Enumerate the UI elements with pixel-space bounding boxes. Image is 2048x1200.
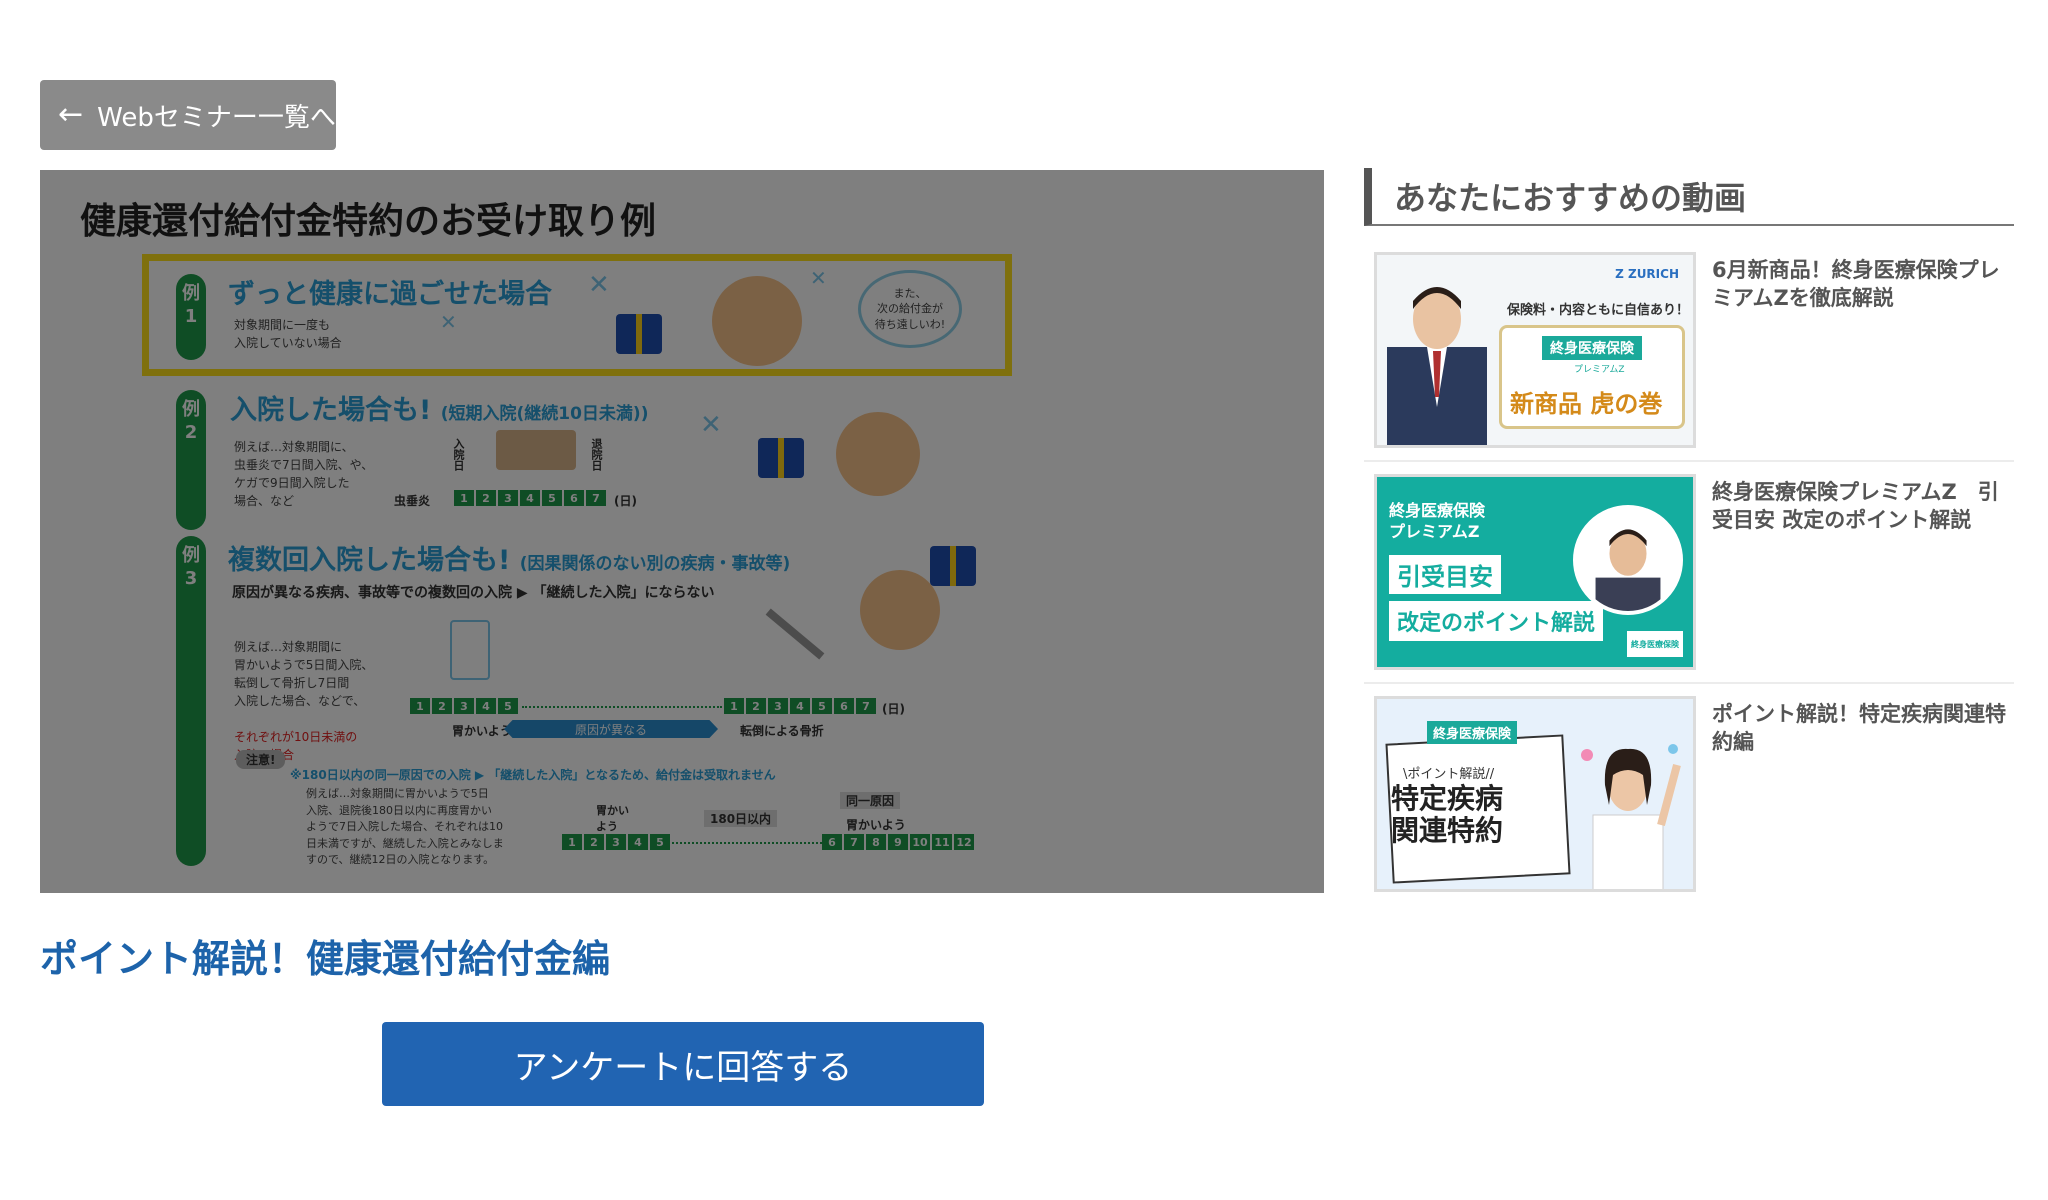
gift-icon bbox=[758, 438, 804, 478]
hospital-bed-icon bbox=[496, 430, 576, 470]
attention-gap-label: 180日以内 bbox=[704, 810, 778, 827]
case3-lead: 原因が異なる疾病、事故等での複数回の入院 ▶ 「継続した入院」にならない bbox=[232, 585, 715, 601]
case2-disease-label: 虫垂炎 bbox=[394, 494, 431, 508]
attention-left-label: 胃かい よう bbox=[596, 804, 629, 833]
thumb-heading: 終身医療保険 プレミアムZ bbox=[1389, 501, 1486, 541]
case3-right-day-bar: 1 2 3 4 5 6 7 bbox=[724, 698, 876, 714]
happy-person-icon bbox=[712, 276, 802, 366]
sparkle-icon: ✕ bbox=[440, 310, 457, 334]
thumb-subtitle: \ポイント解説// bbox=[1403, 767, 1495, 782]
video-thumbnail[interactable]: 終身医療保険 プレミアムZ 引受目安 改定のポイント解説 終身医療保険 bbox=[1374, 474, 1696, 670]
recommended-videos-panel: あなたにおすすめの動画 Z ZURICH 保険料・内容ともに自信あり！ 終身医療… bbox=[1364, 168, 2014, 916]
gift-icon bbox=[616, 314, 662, 354]
video-player[interactable]: 健康還付給付金特約のお受け取り例 例 1 ずっと健康に過ごせた場合 対象期間に一… bbox=[40, 170, 1324, 893]
sparkle-icon: ✕ bbox=[700, 410, 722, 440]
recommended-item-title[interactable]: 終身医療保険プレミアムZ 引受目安 改定のポイント解説 bbox=[1712, 474, 2014, 670]
thumb-big-title: 特定疾病 関連特約 bbox=[1391, 782, 1504, 848]
thumb-tagline: 保険料・内容ともに自信あり！ bbox=[1507, 303, 1690, 318]
case2-heading: 入院した場合も! (短期入院(継続10日未満)) bbox=[230, 395, 649, 426]
back-to-webinar-list-button[interactable]: ← Webセミナー一覧へ bbox=[40, 80, 336, 150]
crutch-icon bbox=[765, 608, 825, 660]
recommended-item-title[interactable]: ポイント解説！特定疾病関連特約編 bbox=[1712, 696, 2014, 892]
attention-note: 例えば…対象期間に胃かいようで5日 入院、退院後180日以内に再度胃かい ようで… bbox=[306, 787, 504, 866]
case1-badge: 例 1 bbox=[176, 274, 206, 360]
case2-discharge-label: 退院日 bbox=[590, 438, 603, 471]
recommended-heading: あなたにおすすめの動画 bbox=[1364, 168, 2014, 226]
thumb-card: 終身医療保険 プレミアムZ 新商品 虎の巻 bbox=[1499, 325, 1685, 429]
attention-same-cause-label: 同一原因 bbox=[840, 792, 901, 809]
gift-icon bbox=[930, 546, 976, 586]
case3-badge: 例 3 bbox=[176, 536, 206, 866]
case3-right-label: 転倒による骨折 bbox=[740, 724, 824, 738]
video-title: ポイント解説！健康還付給付金編 bbox=[40, 937, 611, 981]
recommended-item[interactable]: 終身医療保険 \ポイント解説// 特定疾病 関連特約 ポイント解説！特定疾病関連… bbox=[1364, 696, 2014, 904]
case2-admit-label: 入院日 bbox=[452, 438, 465, 471]
arrow-left-icon: ← bbox=[58, 97, 84, 132]
case3-cause-bar: 原因が異なる bbox=[504, 720, 718, 738]
case2-day-bar: 1 2 3 4 5 6 7 bbox=[454, 490, 606, 506]
sparkle-icon: ✕ bbox=[810, 266, 827, 290]
recommended-item-title[interactable]: 6月新商品！終身医療保険プレミアムZを徹底解説 bbox=[1712, 252, 2014, 448]
injured-person-icon bbox=[860, 570, 940, 650]
brand-logo: Z ZURICH bbox=[1615, 267, 1679, 281]
case2-note: 例えば…対象期間に、 虫垂炎で7日間入院、や、 ケガで9日間入院した 場合、など bbox=[234, 440, 374, 508]
case3-left-day-bar: 1 2 3 4 5 bbox=[410, 698, 518, 714]
video-thumbnail[interactable]: 終身医療保険 \ポイント解説// 特定疾病 関連特約 bbox=[1374, 696, 1696, 892]
presenter-portrait bbox=[1573, 505, 1683, 615]
slide-title: 健康還付給付金特約のお受け取り例 bbox=[80, 201, 657, 242]
recommended-list: Z ZURICH 保険料・内容ともに自信あり！ 終身医療保険 プレミアムZ 新商… bbox=[1364, 252, 2014, 904]
back-button-label: Webセミナー一覧へ bbox=[97, 102, 336, 133]
attention-left-day-bar: 1 2 3 4 5 bbox=[562, 834, 670, 850]
case3-day-unit: (日) bbox=[882, 702, 905, 716]
case3-heading: 複数回入院した場合も! (因果関係のない別の疾病・事故等) bbox=[228, 545, 791, 576]
case3-gap-line bbox=[522, 706, 722, 708]
case2-badge: 例 2 bbox=[176, 390, 206, 530]
thumb-label-1: 引受目安 bbox=[1389, 555, 1501, 594]
presenter-woman-image bbox=[1581, 744, 1681, 889]
recommended-item[interactable]: Z ZURICH 保険料・内容ともに自信あり！ 終身医療保険 プレミアムZ 新商… bbox=[1364, 252, 2014, 462]
case1-note: 対象期間に一度も 入院していない場合 bbox=[234, 318, 342, 350]
case3-left-label: 胃かいよう bbox=[452, 724, 512, 738]
thumb-badge: 終身医療保険 bbox=[1627, 631, 1683, 657]
case1-heading: ずっと健康に過ごせた場合 bbox=[228, 279, 552, 310]
attention-tag: 注意! bbox=[236, 750, 286, 769]
speech-bubble: また、 次の給付金が 待ち遠しいわ! bbox=[858, 270, 962, 348]
attention-gap-line bbox=[672, 842, 822, 844]
case2-day-unit: (日) bbox=[614, 494, 637, 508]
thumb-label-2: 改定のポイント解説 bbox=[1389, 601, 1604, 641]
recommended-item[interactable]: 終身医療保険 プレミアムZ 引受目安 改定のポイント解説 終身医療保険 終身医療… bbox=[1364, 474, 2014, 684]
presenter-man-image bbox=[1387, 287, 1487, 445]
answer-survey-button[interactable]: アンケートに回答する bbox=[382, 1022, 984, 1106]
video-thumbnail[interactable]: Z ZURICH 保険料・内容ともに自信あり！ 終身医療保険 プレミアムZ 新商… bbox=[1374, 252, 1696, 448]
woman-icon bbox=[836, 412, 920, 496]
attention-text: ※180日以内の同一原因での入院 ▶ 「継続した入院」となるため、給付金は受取れ… bbox=[290, 768, 776, 782]
thumb-label: 終身医療保険 bbox=[1427, 721, 1518, 744]
case3-note: 例えば…対象期間に 胃かいようで5日間入院、 転倒して骨折し7日間 入院した場合… bbox=[234, 640, 374, 762]
sparkle-icon: ✕ bbox=[588, 270, 610, 300]
attention-right-label: 胃かいよう bbox=[846, 818, 906, 832]
attention-right-day-bar: 6 7 8 9 10 11 12 bbox=[822, 834, 974, 850]
iv-drip-icon bbox=[450, 620, 490, 680]
